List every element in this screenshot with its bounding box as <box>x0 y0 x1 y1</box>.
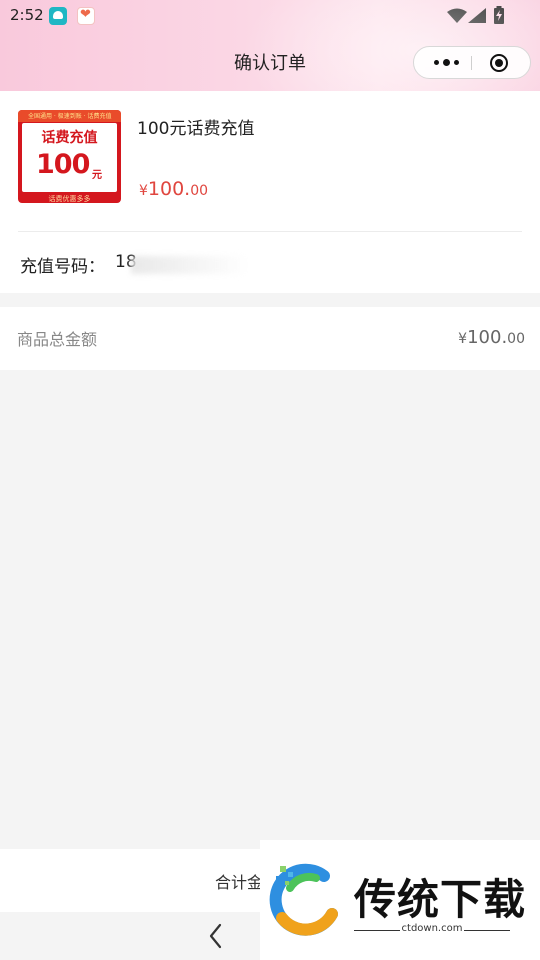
watermark-url: ctdown.com <box>401 923 463 934</box>
more-icon[interactable] <box>426 47 466 78</box>
notification-app-icon <box>49 7 67 25</box>
card-divider <box>18 231 522 232</box>
product-card: 全国通用 · 极速到账 · 话费充值 话费充值 100 元 话费优惠多多 100… <box>0 91 540 293</box>
product-image-unit: 元 <box>92 170 102 181</box>
product-image-panel: 话费充值 100 元 <box>22 123 117 192</box>
phone-number-redaction <box>131 256 249 274</box>
goods-total-label: 商品总金额 <box>17 330 98 349</box>
price-currency: ¥ <box>139 183 148 199</box>
price-integer: 100. <box>147 178 191 200</box>
product-image: 全国通用 · 极速到账 · 话费充值 话费充值 100 元 话费优惠多多 <box>18 110 121 203</box>
product-name: 100元话费充值 <box>137 119 255 139</box>
total-integer: 100. <box>467 327 508 348</box>
wifi-icon <box>447 8 467 23</box>
product-image-bottom-text: 话费优惠多多 <box>48 195 91 203</box>
notification-heart-icon <box>77 7 95 25</box>
close-target-icon[interactable] <box>490 54 508 72</box>
product-image-top-text: 全国通用 · 极速到账 · 话费充值 <box>28 113 112 120</box>
status-time: 2:52 <box>10 6 44 24</box>
phone-label: 充值号码： <box>20 257 105 277</box>
goods-total-price: ¥100.00 <box>458 327 525 348</box>
goods-total-row: 商品总金额 ¥100.00 <box>0 307 540 370</box>
capsule-divider <box>471 56 472 70</box>
price-decimal: 00 <box>190 183 209 199</box>
total-decimal: 00 <box>507 331 525 347</box>
watermark-brand: 传统下载 <box>354 875 527 924</box>
checkout-total-label: 合计金 <box>215 873 264 892</box>
signal-icon <box>468 8 486 23</box>
product-image-amount: 100 <box>36 149 90 180</box>
watermark: 传统下载 ctdown.com <box>260 840 540 960</box>
total-currency: ¥ <box>458 331 468 347</box>
back-arrow-icon[interactable] <box>203 922 231 950</box>
product-price: ¥100.00 <box>139 178 208 200</box>
battery-charging-icon <box>494 6 504 24</box>
ctdown-logo-icon <box>269 863 338 936</box>
mini-program-capsule <box>413 46 531 79</box>
header: 2:52 确认订单 <box>0 0 540 91</box>
product-image-title: 话费充值 <box>41 130 98 146</box>
